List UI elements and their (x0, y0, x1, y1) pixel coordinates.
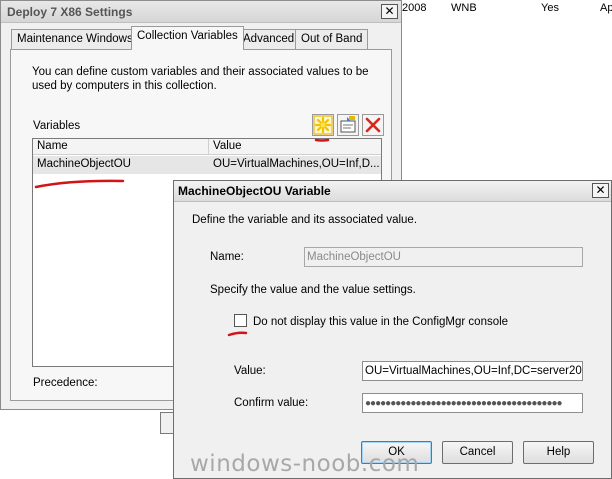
column-header-name[interactable]: Name (37, 140, 68, 152)
row-variable-name: MachineObjectOU (37, 158, 131, 170)
variables-description: You can define custom variables and thei… (32, 66, 369, 92)
new-variable-button[interactable] (312, 114, 334, 136)
row-variable-value: OU=VirtualMachines,OU=Inf,D... (213, 158, 379, 170)
list-header: Name Value (33, 139, 381, 155)
variable-dialog-title-bar: MachineObjectOU Variable ✕ (174, 181, 611, 202)
new-variable-icon (313, 115, 333, 135)
tab-collection-variables[interactable]: Collection Variables (131, 26, 244, 50)
close-icon: ✕ (595, 183, 606, 197)
name-label: Name: (210, 251, 244, 263)
watermark-text: windows-noob.com (190, 451, 420, 477)
background-list-row: 2008 WNB Yes Ap (400, 2, 612, 16)
bg-cell-os: 2008 (402, 2, 427, 14)
title-bar: Deploy 7 X86 Settings ✕ (1, 1, 401, 23)
bg-cell-flag: Yes (541, 2, 559, 14)
column-header-value[interactable]: Value (213, 140, 242, 152)
value-label: Value: (234, 365, 266, 377)
close-icon: ✕ (384, 4, 395, 18)
value-field[interactable]: OU=VirtualMachines,OU=Inf,DC=server2008 (362, 361, 583, 381)
confirm-value-field[interactable]: ●●●●●●●●●●●●●●●●●●●●●●●●●●●●●●●●●●●●●●● (362, 393, 583, 413)
tab-out-of-band[interactable]: Out of Band (295, 29, 369, 49)
settings-instruction: Specify the value and the value settings… (210, 284, 416, 296)
hide-value-checkbox-label[interactable]: Do not display this value in the ConfigM… (253, 316, 508, 328)
precedence-label: Precedence: (33, 377, 98, 389)
properties-button[interactable] (337, 114, 359, 136)
delete-icon (365, 117, 381, 133)
variable-dialog-title: MachineObjectOU Variable (178, 184, 331, 198)
name-field[interactable]: MachineObjectOU (304, 247, 583, 267)
delete-button[interactable] (362, 114, 384, 136)
tab-maintenance-windows[interactable]: Maintenance Windows (11, 29, 139, 49)
close-button[interactable]: ✕ (381, 4, 398, 19)
bg-cell-name: WNB (451, 2, 477, 14)
hide-value-checkbox[interactable] (234, 314, 247, 327)
variables-label: Variables (33, 120, 81, 132)
cancel-button[interactable]: Cancel (442, 441, 513, 464)
tab-advanced[interactable]: Advanced (237, 29, 301, 49)
bg-cell-extra: Ap (600, 2, 612, 14)
confirm-value-label: Confirm value: (234, 397, 309, 409)
variable-dialog-close-button[interactable]: ✕ (592, 183, 609, 198)
table-row[interactable]: MachineObjectOU OU=VirtualMachines,OU=In… (33, 156, 381, 174)
help-button[interactable]: Help (523, 441, 594, 464)
define-instruction: Define the variable and its associated v… (192, 214, 418, 226)
properties-icon (340, 116, 356, 133)
dialog-title: Deploy 7 X86 Settings (7, 5, 133, 19)
variable-dialog: MachineObjectOU Variable ✕ Define the va… (173, 180, 612, 479)
